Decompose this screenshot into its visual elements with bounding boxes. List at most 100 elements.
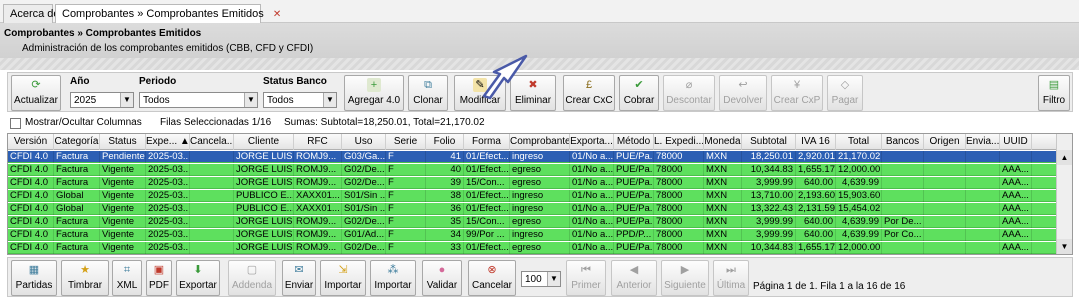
return-button[interactable]: ↩ Devolver — [719, 75, 767, 111]
tab-bar: Acerca de Comprobantes » Comprobantes Em… — [0, 0, 1079, 24]
table-cell: 01/No a... — [572, 164, 614, 176]
refresh-button[interactable]: ⟳ Actualizar — [11, 75, 61, 111]
table-cell: 78000 — [654, 229, 704, 241]
column-header[interactable]: Forma — [464, 134, 510, 150]
column-header[interactable]: Subtotal — [742, 134, 796, 150]
chevron-down-icon: ▼ — [120, 93, 133, 107]
filter-icon: ▤ — [1048, 79, 1060, 91]
column-header[interactable]: Versión — [8, 134, 54, 150]
pdf-button[interactable]: ▣ PDF — [146, 260, 172, 296]
send-button[interactable]: ✉ Enviar — [282, 260, 316, 296]
table-cell: F — [386, 229, 426, 241]
addenda-button[interactable]: ▢ Addenda — [228, 260, 276, 296]
table-cell: Factura — [54, 242, 100, 254]
yen-icon: ¥ — [793, 79, 801, 91]
column-header[interactable]: Moneda — [704, 134, 742, 150]
column-header[interactable]: Comprobante — [510, 134, 570, 150]
import-batch-icon: ⁂ — [387, 264, 399, 276]
show-columns-label[interactable]: Mostrar/Ocultar Columnas — [25, 117, 142, 128]
period-select[interactable]: Todos ▼ — [139, 92, 258, 108]
column-header[interactable]: Cancela... — [190, 134, 234, 150]
column-header[interactable]: UUID — [1000, 134, 1032, 150]
column-header[interactable]: Método — [614, 134, 654, 150]
column-header[interactable]: Exporta... — [570, 134, 614, 150]
table-cell — [924, 216, 966, 228]
table-cell — [882, 203, 924, 215]
table-cell: G02/De... — [344, 216, 386, 228]
column-header[interactable]: RFC — [294, 134, 342, 150]
column-header[interactable]: Uso — [342, 134, 386, 150]
next-page-button[interactable]: ▶ Siguiente — [661, 260, 709, 296]
table-cell: Factura — [54, 177, 100, 189]
column-header[interactable]: Expe... ▲ — [146, 134, 190, 150]
table-cell: 40 — [426, 164, 464, 176]
last-page-button[interactable]: ⏭ Última — [713, 260, 749, 296]
create-cxc-button[interactable]: £ Crear CxC — [563, 75, 615, 111]
table-cell: 3,999.99 — [742, 216, 796, 228]
bank-status-select[interactable]: Todos ▼ — [263, 92, 337, 108]
table-cell: PUE/Pa... — [616, 216, 654, 228]
column-header[interactable]: IVA 16 — [796, 134, 836, 150]
column-header[interactable]: Envia... — [966, 134, 1000, 150]
first-page-button[interactable]: ⏮ Primer — [566, 260, 606, 296]
import-button[interactable]: ⇲ Importar — [320, 260, 366, 296]
year-select[interactable]: 2025 ▼ — [70, 92, 134, 108]
column-header[interactable]: Cliente — [234, 134, 294, 150]
table-cell: JORGE LUIS... — [236, 164, 294, 176]
table-row[interactable]: CFDI 4.0 Factura Vigente 2025-03... JORGE LU… — [8, 216, 1056, 228]
table-cell — [966, 216, 1000, 228]
cancel-button[interactable]: ⊗ Cancelar — [468, 260, 516, 296]
tab-acerca-de[interactable]: Acerca de — [3, 4, 60, 23]
export-button[interactable]: ⬇ Exportar — [176, 260, 220, 296]
column-header[interactable]: Origen — [924, 134, 966, 150]
table-cell: 2025-03... — [148, 242, 190, 254]
table-cell: 10,344.83 — [742, 164, 796, 176]
column-header[interactable]: Total — [836, 134, 882, 150]
table-cell: JORGE LUIS... — [236, 151, 294, 163]
import-batch-button[interactable]: ⁂ Importar — [370, 260, 416, 296]
column-header[interactable]: Folio — [426, 134, 464, 150]
xml-button[interactable]: ⌗ XML — [112, 260, 142, 296]
show-columns-checkbox[interactable] — [10, 118, 21, 129]
table-row[interactable]: CFDI 4.0 Global Vigente 2025-03... PUBLICO E… — [8, 190, 1056, 202]
scroll-down-icon[interactable]: ▼ — [1057, 239, 1072, 254]
column-header[interactable]: Serie — [386, 134, 426, 150]
scroll-up-icon[interactable]: ▲ — [1057, 150, 1072, 165]
column-header[interactable]: Status — [100, 134, 146, 150]
table-cell: Vigente — [100, 164, 146, 176]
collect-button[interactable]: ✔ Cobrar — [619, 75, 659, 111]
table-cell: G02/De... — [344, 177, 386, 189]
table-cell — [966, 177, 1000, 189]
table-row[interactable]: CFDI 4.0 Global Vigente 2025-03... PUBLICO E… — [8, 203, 1056, 215]
close-icon[interactable]: ✕ — [273, 9, 281, 20]
table-cell — [882, 151, 924, 163]
tab-comprobantes-emitidos[interactable]: Comprobantes » Comprobantes Emitidos ✕ — [55, 4, 281, 24]
stamp-button[interactable]: ★ Timbrar — [61, 260, 109, 296]
table-row[interactable]: CFDI 4.0 Factura Vigente 2025-03... JORGE LU… — [8, 242, 1056, 254]
discount-button[interactable]: ⌀ Descontar — [663, 75, 715, 111]
prev-page-button[interactable]: ◀ Anterior — [611, 260, 657, 296]
pay-button[interactable]: ◇ Pagar — [827, 75, 863, 111]
create-cxp-button[interactable]: ¥ Crear CxP — [771, 75, 823, 111]
clone-button[interactable]: ⧉ Clonar — [408, 75, 448, 111]
table-row[interactable]: CFDI 4.0 Factura Vigente 2025-03... JORGE LU… — [8, 177, 1056, 189]
filter-button[interactable]: ▤ Filtro — [1038, 75, 1070, 111]
add-button[interactable]: + Agregar 4.0 — [344, 75, 404, 111]
column-header[interactable]: L. Expedi... — [654, 134, 704, 150]
table-cell: S01/Sin ... — [344, 203, 386, 215]
table-row[interactable]: CFDI 4.0 Factura Pendiente 2025-03... JORGE … — [8, 151, 1056, 163]
table-cell: F — [386, 203, 426, 215]
vertical-scrollbar[interactable]: ▲ ▼ — [1056, 134, 1072, 254]
table-row[interactable]: CFDI 4.0 Factura Vigente 2025-03... JORGE LU… — [8, 164, 1056, 176]
column-header[interactable]: Categoría — [54, 134, 100, 150]
table-cell: 2025-03... — [148, 216, 190, 228]
table-cell: 78000 — [654, 177, 704, 189]
table-row[interactable]: CFDI 4.0 Factura Vigente 2025-03... JORGE LU… — [8, 229, 1056, 241]
table-cell: ingreso — [510, 151, 570, 163]
table-cell: MXN — [704, 242, 742, 254]
items-button[interactable]: ▦ Partidas — [11, 260, 57, 296]
column-header[interactable]: Bancos — [882, 134, 924, 150]
validate-button[interactable]: ● Validar — [422, 260, 462, 296]
page-size-select[interactable]: 100 ▼ — [521, 271, 561, 287]
table-cell — [966, 190, 1000, 202]
